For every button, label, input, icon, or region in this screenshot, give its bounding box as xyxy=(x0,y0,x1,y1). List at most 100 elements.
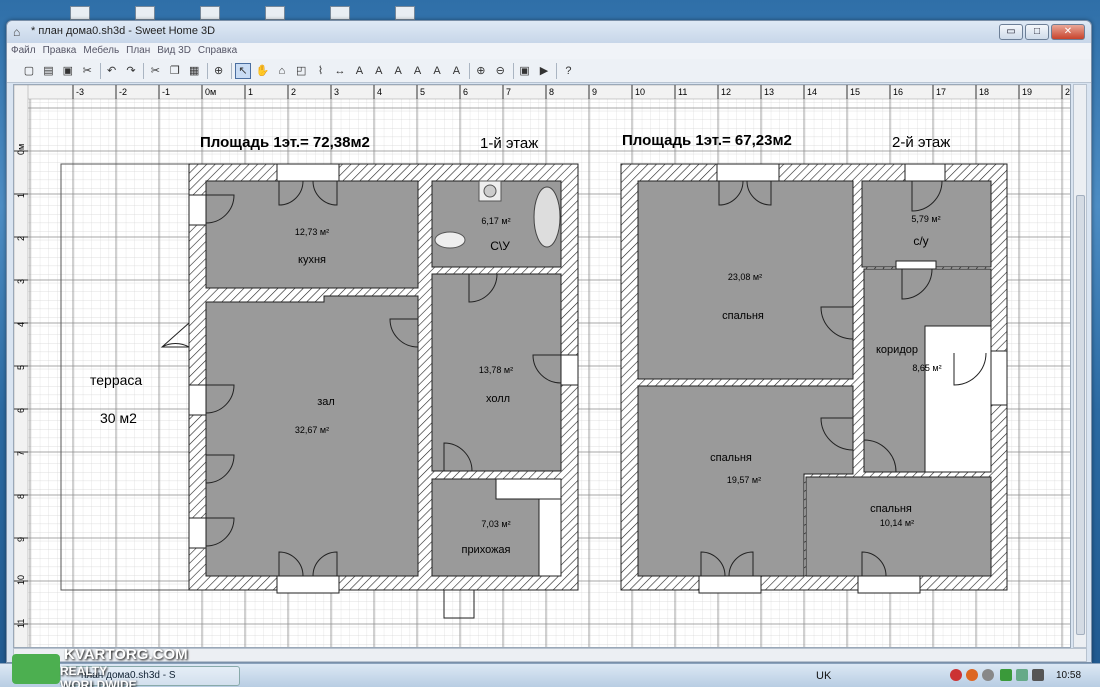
toilet-icon xyxy=(434,231,466,249)
bedroom2-name: спальня xyxy=(710,452,752,464)
select-icon[interactable]: ↖ xyxy=(235,63,251,79)
toolbar: ▢ ▤ ▣ ✂ ↶ ↷ ✂ ❐ ▦ ⊕ ↖ ✋ ⌂ ◰ ⌇ ↔ A A A A A A ⊕ ⊖ ▣ ▶? xyxy=(7,59,1091,83)
ruler-tick-label: -2 xyxy=(119,87,127,97)
ruler-tick-label: 2 xyxy=(16,236,26,241)
zoom-in-icon[interactable]: ⊕ xyxy=(473,63,489,79)
vertical-scrollbar[interactable] xyxy=(1073,84,1087,648)
ruler-tick-label: -1 xyxy=(162,87,170,97)
ruler-tick-label: 19 xyxy=(1022,87,1032,97)
create-photo-icon[interactable]: ▣ xyxy=(517,63,533,79)
network-icon[interactable] xyxy=(1000,669,1012,681)
vertical-scroll-thumb[interactable] xyxy=(1076,195,1085,635)
create-polylines-icon[interactable]: ⌇ xyxy=(313,63,329,79)
bedroom3-area: 10,14 м² xyxy=(880,518,914,528)
create-rooms-icon[interactable]: ◰ xyxy=(293,63,309,79)
language-indicator[interactable]: UK xyxy=(816,670,831,682)
undo-icon[interactable]: ↶ xyxy=(104,63,120,79)
close-button[interactable]: ✕ xyxy=(1051,24,1085,40)
open-icon[interactable]: ▤ xyxy=(40,63,56,79)
room-wc[interactable] xyxy=(861,180,992,268)
pan-icon[interactable]: ✋ xyxy=(254,63,270,79)
close-tray-icon[interactable] xyxy=(982,669,994,681)
ruler-tick-label: 14 xyxy=(807,87,817,97)
menu-edit[interactable]: Правка xyxy=(39,43,80,56)
toolbar-separator xyxy=(231,63,232,79)
cut-preferences-icon[interactable]: ✂ xyxy=(79,63,95,79)
ruler-tick-label: 2 xyxy=(291,87,296,97)
watermark-logo: KVARTORG.COM REALTY WORLDWIDE xyxy=(4,646,188,687)
clock[interactable]: 10:58 xyxy=(1056,670,1081,681)
floor2-area-label: Площадь 1эт.= 67,23м2 xyxy=(622,132,792,149)
toolbar-separator xyxy=(99,63,101,79)
opera-icon[interactable] xyxy=(966,669,978,681)
minimize-button[interactable]: ▭ xyxy=(999,24,1023,40)
lobby-name: холл xyxy=(486,393,510,405)
text-italic-icon[interactable]: A xyxy=(410,63,426,79)
menu-help[interactable]: Справка xyxy=(194,43,240,56)
paste-icon[interactable]: ▦ xyxy=(186,63,202,79)
ruler-tick-label: 7 xyxy=(506,87,511,97)
add-text-icon[interactable]: A xyxy=(351,63,367,79)
create-walls-icon[interactable]: ⌂ xyxy=(274,63,290,79)
ruler-tick-label: 18 xyxy=(979,87,989,97)
desktop-file-icon[interactable] xyxy=(330,6,350,20)
desktop-file-icon[interactable] xyxy=(395,6,415,20)
volume-icon[interactable] xyxy=(1032,669,1044,681)
entrance-area: 7,03 м² xyxy=(481,519,510,529)
bathroom-area: 6,17 м² xyxy=(481,216,510,226)
increase-text-icon[interactable]: A xyxy=(429,63,445,79)
menu-furniture[interactable]: Мебель xyxy=(79,43,122,56)
floor1-walls xyxy=(188,163,579,591)
new-file-icon[interactable]: ▢ xyxy=(21,63,37,79)
menu-file[interactable]: Файл xyxy=(7,43,39,56)
entrance-name: прихожая xyxy=(461,544,510,556)
help-icon[interactable]: ? xyxy=(560,63,576,79)
menu-plan[interactable]: План xyxy=(122,43,153,56)
toolbar-separator xyxy=(556,63,558,79)
cut-icon[interactable]: ✂ xyxy=(147,63,163,79)
decrease-text-icon[interactable]: A xyxy=(448,63,464,79)
zoom-out-icon[interactable]: ⊖ xyxy=(492,63,508,79)
ruler-tick-label: 9 xyxy=(16,537,26,542)
add-furniture-icon[interactable]: ⊕ xyxy=(211,63,227,79)
save-icon[interactable]: ▣ xyxy=(60,63,76,79)
plan-canvas[interactable]: -3 -2 -1 0м 1 2 3 4 5 6 7 8 9 10 11 12 13 14 15 16 17 18 19 2 0… xyxy=(13,84,1071,648)
redo-icon[interactable]: ↷ xyxy=(123,63,139,79)
desktop-file-icon[interactable] xyxy=(70,6,90,20)
menu-3d-view[interactable]: Вид 3D xyxy=(153,43,194,56)
bathroom-name: С\У xyxy=(490,239,510,253)
app-icon: ⌂ xyxy=(13,25,21,39)
bathtub-icon xyxy=(533,186,561,248)
text-bold-icon[interactable]: A xyxy=(390,63,406,79)
title-bar[interactable]: ⌂ * план дома0.sh3d - Sweet Home 3D ▭ □ … xyxy=(7,21,1091,43)
toolbar-separator xyxy=(468,63,470,79)
desktop-file-icon[interactable] xyxy=(265,6,285,20)
antivirus-icon[interactable] xyxy=(950,669,962,681)
ruler-tick-label: 12 xyxy=(721,87,731,97)
toolbar-separator xyxy=(143,63,145,79)
desktop-file-icon[interactable] xyxy=(200,6,220,20)
plan-view[interactable]: -3 -2 -1 0м 1 2 3 4 5 6 7 8 9 10 11 12 13 14 15 16 17 18 19 2 0… xyxy=(14,85,1071,648)
ruler-tick-label: 16 xyxy=(893,87,903,97)
ruler-tick-label: 2 xyxy=(1065,87,1070,97)
menu-bar: Файл Правка Мебель План Вид 3D Справка xyxy=(7,43,1091,59)
ruler-tick-label: 8 xyxy=(549,87,554,97)
hall-area: 32,67 м² xyxy=(295,425,329,435)
desktop-file-icon[interactable] xyxy=(135,6,155,20)
floor1-title: 1-й этаж xyxy=(480,135,538,152)
room-hall[interactable] xyxy=(205,295,419,577)
create-dimensions-icon[interactable]: ↔ xyxy=(332,63,348,79)
security-icon[interactable] xyxy=(1016,669,1028,681)
corridor-area: 8,65 м² xyxy=(912,363,941,373)
ruler-tick-label: 6 xyxy=(16,408,26,413)
terrace-area: 30 м2 xyxy=(100,410,137,426)
ruler-tick-label: 15 xyxy=(850,87,860,97)
maximize-button[interactable]: □ xyxy=(1025,24,1049,40)
text-style-icon[interactable]: A xyxy=(371,63,387,79)
kitchen-name: кухня xyxy=(298,254,326,266)
hall-name: зал xyxy=(317,396,335,408)
create-video-icon[interactable]: ▶ xyxy=(536,63,552,79)
floor2-walls xyxy=(620,163,1008,591)
ruler-tick-label: -3 xyxy=(76,87,84,97)
copy-icon[interactable]: ❐ xyxy=(167,63,183,79)
